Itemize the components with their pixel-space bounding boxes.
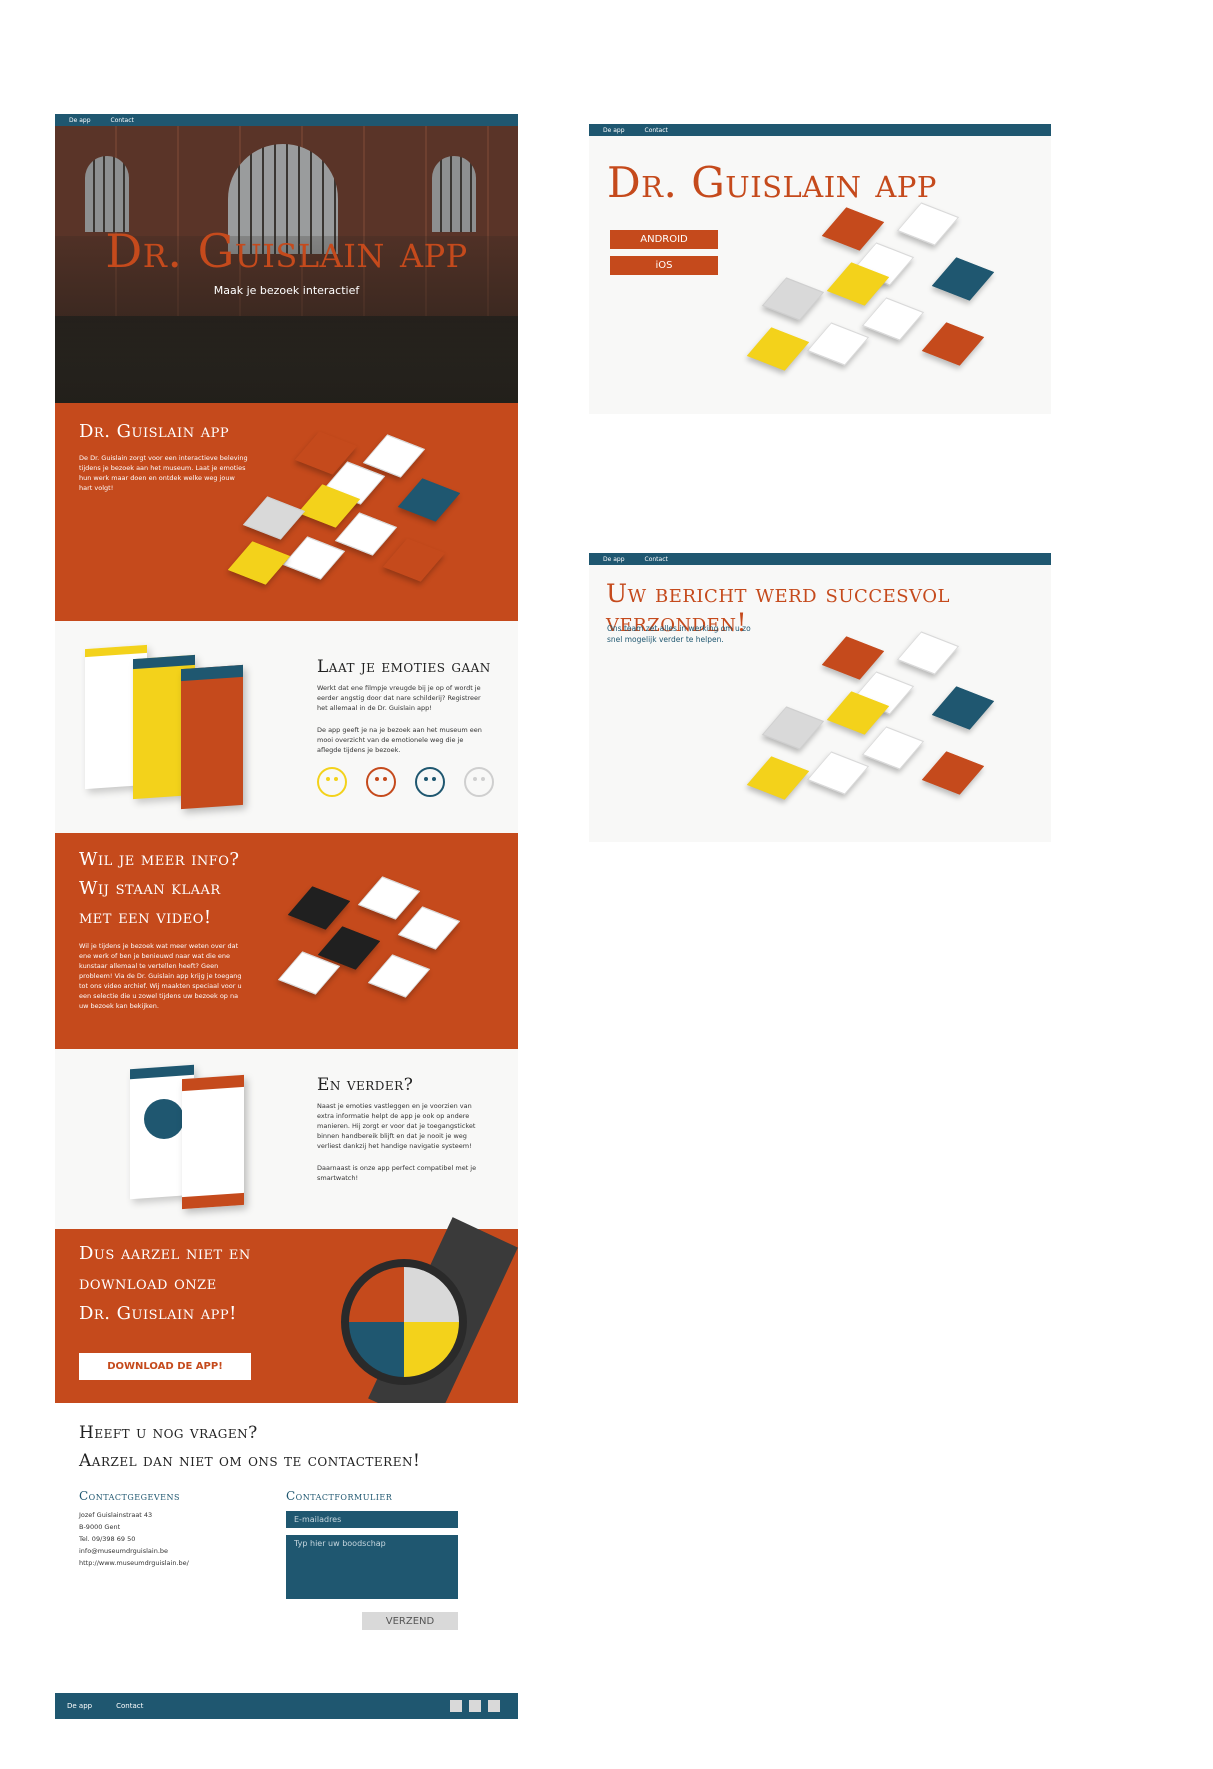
- landing-nav-link-app[interactable]: De app: [603, 127, 625, 134]
- success-nav-link-contact[interactable]: Contact: [645, 556, 668, 563]
- email-field[interactable]: E-mailadres: [286, 1511, 458, 1528]
- social-icon-2[interactable]: [469, 1700, 481, 1712]
- app-screen-mockup: [242, 496, 306, 540]
- app-screen-mockup: [746, 756, 810, 800]
- video-text: Wil je tijdens je bezoek wat meer weten …: [79, 942, 242, 1010]
- app-screen-mockup: [861, 297, 925, 341]
- intro-section: Dr. Guislain app De Dr. Guislain zorgt v…: [55, 403, 518, 621]
- top-navbar: De app Contact: [55, 114, 518, 126]
- download-app-button[interactable]: DOWNLOAD DE APP!: [79, 1353, 251, 1380]
- app-screen-mockup: [282, 536, 346, 580]
- contact-address-1: Jozef Guislainstraat 43: [79, 1511, 153, 1519]
- social-icon-1[interactable]: [450, 1700, 462, 1712]
- video-title-line-3: met een video!: [79, 907, 212, 928]
- further-text-2: Daarnaast is onze app perfect compatibel…: [317, 1164, 477, 1182]
- emotions-phone-mockups: [85, 643, 255, 823]
- app-screen-mockup: [806, 751, 870, 795]
- landing-navbar: De app Contact: [589, 124, 1051, 136]
- video-title-line-1: Wil je meer info?: [79, 849, 240, 870]
- intro-text: De Dr. Guislain zorgt voor een interacti…: [79, 454, 248, 492]
- app-screen-mockup: [227, 541, 291, 585]
- contact-heading-1: Heeft u nog vragen?: [79, 1423, 258, 1443]
- hero-subtitle: Maak je bezoek interactief: [213, 284, 360, 297]
- angry-face-icon: [366, 767, 397, 797]
- app-screen-mockup: [896, 202, 960, 246]
- nav-link-app[interactable]: De app: [69, 117, 91, 124]
- further-phone-mockups: [130, 1063, 270, 1213]
- hero-title: Dr. Guislain app: [105, 224, 468, 278]
- success-app-screens: [739, 623, 1039, 833]
- hero-section: Dr. Guislain app Maak je bezoek interact…: [55, 126, 518, 403]
- download-section: Dus aarzel niet en download onze Dr. Gui…: [55, 1217, 518, 1429]
- video-section: Wil je meer info? Wij staan klaar met ee…: [55, 833, 518, 1049]
- app-screen-mockup: [397, 906, 461, 950]
- further-text-1: Naast je emoties vastleggen en je voorzi…: [317, 1102, 476, 1150]
- landing-mockup: De app Contact Dr. Guislain app ANDROID …: [589, 124, 1051, 414]
- video-title-line-2: Wij staan klaar: [79, 878, 221, 899]
- nav-link-contact[interactable]: Contact: [111, 117, 134, 124]
- emotions-title: Laat je emoties gaan: [317, 657, 491, 677]
- contact-address-2: B-9000 Gent: [79, 1523, 121, 1531]
- app-screen-mockup: [921, 322, 985, 366]
- contact-phone: Tel. 09/398 69 50: [79, 1535, 136, 1543]
- landing-app-screens: [739, 194, 1039, 404]
- app-screen-mockup: [761, 277, 825, 321]
- app-screen-mockup: [334, 512, 398, 556]
- watch-face: [341, 1259, 467, 1385]
- design-board: De app Contact Dr. Guislain app Maak je …: [0, 0, 1213, 1769]
- sad-face-icon: [415, 767, 446, 797]
- message-field[interactable]: Typ hier uw boodschap: [286, 1535, 458, 1599]
- scared-face-icon: [464, 767, 495, 797]
- footer-navbar: De app Contact: [55, 1693, 518, 1719]
- smartwatch-graphic: [335, 1217, 518, 1429]
- app-screen-mockup: [896, 631, 960, 675]
- footer-link-contact[interactable]: Contact: [116, 1702, 143, 1710]
- success-nav-link-app[interactable]: De app: [603, 556, 625, 563]
- emotions-face-row: [317, 767, 508, 801]
- submit-button[interactable]: VERZEND: [362, 1612, 458, 1630]
- app-screen-mockup: [806, 322, 870, 366]
- hero-window-3: [432, 156, 476, 232]
- hero-window-1: [85, 156, 129, 232]
- download-title-line-3: Dr. Guislain app!: [79, 1303, 237, 1324]
- app-screen-mockup: [861, 726, 925, 770]
- download-title-line-1: Dus aarzel niet en: [79, 1243, 251, 1264]
- video-app-screens: [265, 873, 505, 1033]
- app-screen-mockup: [761, 706, 825, 750]
- happy-face-icon: [317, 767, 347, 797]
- app-screen-mockup: [931, 686, 995, 730]
- app-screen-mockup: [382, 538, 446, 582]
- landing-nav-link-contact[interactable]: Contact: [645, 127, 668, 134]
- success-mockup: De app Contact Uw bericht werd succesvol…: [589, 553, 1051, 842]
- app-screen-mockup: [287, 886, 351, 930]
- contact-website-link[interactable]: http://www.museumdrguislain.be/: [79, 1559, 189, 1567]
- intro-title: Dr. Guislain app: [79, 421, 230, 442]
- contact-form-title: Contactformulier: [286, 1489, 393, 1503]
- intro-app-screens: [227, 431, 510, 613]
- ios-button[interactable]: iOS: [610, 256, 718, 275]
- emotions-section: Laat je emoties gaan Werkt dat ene filmp…: [55, 621, 518, 833]
- app-screen-mockup: [921, 751, 985, 795]
- emotions-text-1: Werkt dat ene filmpje vreugde bij je op …: [317, 684, 481, 712]
- app-screen-mockup: [746, 327, 810, 371]
- footer-link-app[interactable]: De app: [67, 1702, 92, 1710]
- app-screen-mockup: [367, 954, 431, 998]
- contact-email-link[interactable]: info@museumdrguislain.be: [79, 1547, 168, 1555]
- app-screen-mockup: [357, 876, 421, 920]
- full-page-mockup: De app Contact Dr. Guislain app Maak je …: [55, 114, 518, 1719]
- android-button[interactable]: ANDROID: [610, 230, 718, 249]
- app-screen-mockup: [931, 257, 995, 301]
- social-icon-3[interactable]: [488, 1700, 500, 1712]
- app-screen-mockup: [397, 478, 461, 522]
- further-title: En verder?: [317, 1075, 414, 1095]
- further-section: En verder? Naast je emoties vastleggen e…: [55, 1049, 518, 1229]
- contact-heading-2: Aarzel dan niet om ons te contacteren!: [79, 1451, 421, 1471]
- success-navbar: De app Contact: [589, 553, 1051, 565]
- emotions-text-2: De app geeft je na je bezoek aan het mus…: [317, 726, 482, 754]
- contact-details-title: Contactgegevens: [79, 1489, 180, 1503]
- contact-section: Heeft u nog vragen? Aarzel dan niet om o…: [55, 1403, 518, 1683]
- download-title-line-2: download onze: [79, 1273, 217, 1294]
